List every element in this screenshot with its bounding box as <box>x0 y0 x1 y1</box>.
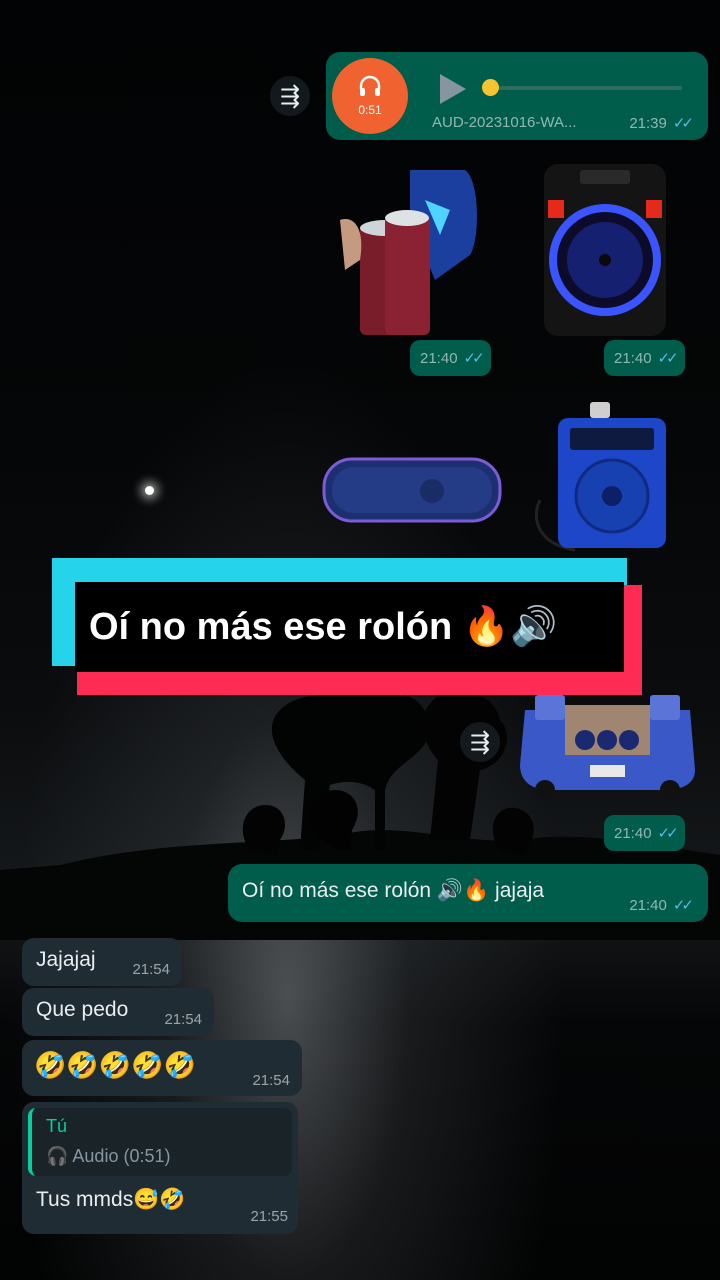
message-meta: 21:39 ✓✓ <box>629 114 694 133</box>
caption-overlay: Oí no más ese rolón 🔥🔊 <box>52 558 642 696</box>
message-time: 21:40 <box>629 897 667 914</box>
forward-icon[interactable]: ⇶ <box>270 76 310 116</box>
message-meta: 21:40 ✓✓ <box>604 340 685 376</box>
quoted-sender: Tú <box>46 1116 68 1136</box>
sticker-cans-speaker[interactable] <box>340 160 485 340</box>
sticker-party-speaker[interactable] <box>540 160 670 340</box>
audio-progress-knob[interactable] <box>482 79 499 96</box>
message-text: Que pedo <box>36 998 129 1021</box>
message-meta: 21:40 ✓✓ <box>629 896 694 914</box>
quoted-audio: 🎧 Audio (0:51) <box>46 1146 171 1166</box>
message-text: 🤣🤣🤣🤣🤣 <box>34 1050 196 1080</box>
incoming-message[interactable]: Jajajaj 21:54 <box>22 938 182 986</box>
audio-avatar: 0:51 <box>332 58 408 134</box>
message-meta: 21:40 ✓✓ <box>410 340 491 376</box>
incoming-message[interactable]: Que pedo 21:54 <box>22 988 214 1036</box>
message-time: 21:54 <box>164 1011 202 1028</box>
double-check-icon: ✓✓ <box>657 350 679 367</box>
message-text: Oí no más ese rolón 🔊🔥 jajaja <box>242 879 545 902</box>
quoted-message[interactable]: Tú 🎧 Audio (0:51) <box>28 1108 292 1176</box>
message-time: 21:40 <box>614 824 652 842</box>
message-time: 21:55 <box>250 1208 288 1225</box>
message-time: 21:40 <box>420 349 458 367</box>
star-light <box>145 486 154 495</box>
sticker-car-sound-system[interactable] <box>515 690 700 802</box>
audio-message[interactable]: 0:51 AUD-20231016-WA... 21:39 ✓✓ <box>326 52 708 140</box>
forward-icon[interactable]: ⇶ <box>460 722 500 762</box>
caption-box: Oí no más ese rolón 🔥🔊 <box>75 582 624 672</box>
headphones-icon <box>359 75 381 96</box>
message-time: 21:54 <box>252 1072 290 1089</box>
double-check-icon: ✓✓ <box>657 825 679 842</box>
play-icon[interactable] <box>440 74 466 104</box>
message-meta: 21:40 ✓✓ <box>604 815 685 851</box>
double-check-icon: ✓✓ <box>672 115 694 132</box>
message-time: 21:39 <box>629 115 667 132</box>
sticker-blue-radio[interactable] <box>530 400 690 560</box>
double-check-icon: ✓✓ <box>672 897 694 914</box>
incoming-message[interactable]: 🤣🤣🤣🤣🤣 21:54 <box>22 1040 302 1096</box>
outgoing-message[interactable]: Oí no más ese rolón 🔊🔥 jajaja 21:40 ✓✓ <box>228 864 708 922</box>
incoming-reply-message[interactable]: Tú 🎧 Audio (0:51) Tus mmds😅🤣 21:55 <box>22 1102 298 1234</box>
audio-file-name: AUD-20231016-WA... <box>432 114 577 131</box>
audio-progress-track[interactable] <box>492 86 682 90</box>
message-time: 21:54 <box>132 961 170 978</box>
message-time: 21:40 <box>614 349 652 367</box>
caption-text: Oí no más ese rolón 🔥🔊 <box>89 606 558 648</box>
message-text: Tus mmds😅🤣 <box>36 1188 186 1211</box>
double-check-icon: ✓✓ <box>463 350 485 367</box>
audio-duration: 0:51 <box>358 103 382 117</box>
message-text: Jajajaj <box>36 948 96 971</box>
sticker-sony-speaker[interactable] <box>322 455 502 527</box>
